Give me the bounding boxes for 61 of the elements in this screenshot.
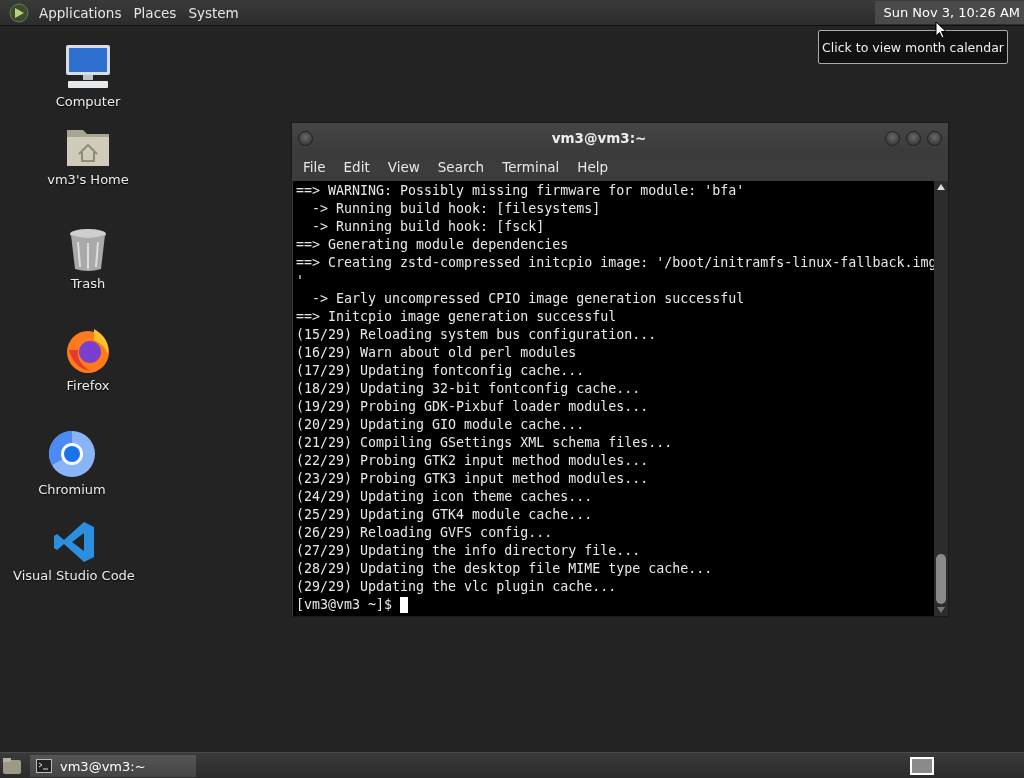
panel-menu[interactable]: Applications bbox=[33, 4, 128, 21]
terminal-line: (21/29) Compiling GSettings XML schema files... bbox=[296, 434, 674, 452]
desktop-icon-label[interactable]: vm3's Home bbox=[47, 172, 129, 187]
maximize-button[interactable] bbox=[906, 130, 921, 146]
workspace-switcher[interactable] bbox=[910, 757, 934, 775]
code-editor-icon[interactable] bbox=[52, 520, 96, 564]
terminal-line: (18/29) Updating 32-bit fontconfig cache... bbox=[296, 380, 642, 398]
desktop-icon-label[interactable]: Firefox bbox=[66, 378, 110, 393]
terminal-line: ==> Generating module dependencies bbox=[296, 236, 570, 254]
computer-icon[interactable] bbox=[63, 44, 113, 90]
menu-item[interactable]: Terminal bbox=[493, 159, 569, 175]
terminal-line: (20/29) Updating GIO module cache... bbox=[296, 416, 586, 434]
terminal-line: (23/29) Probing GTK3 input method modules... bbox=[296, 470, 650, 488]
window-menu-button[interactable] bbox=[298, 130, 313, 146]
text-cursor bbox=[400, 597, 409, 613]
terminal-line: (19/29) Probing GDK-Pixbuf loader modules... bbox=[296, 398, 650, 416]
shell-prompt: [vm3@vm3 ~]$ bbox=[296, 596, 393, 614]
close-button[interactable] bbox=[927, 130, 942, 146]
terminal-line: (26/29) Reloading GVFS config... bbox=[296, 524, 554, 542]
window-title: vm3@vm3:~ bbox=[550, 130, 648, 146]
terminal-line: ==> WARNING: Possibly missing firmware for module: 'bfa' bbox=[296, 182, 746, 200]
clock[interactable]: Sun Nov 3, 10:26 AM bbox=[875, 1, 1024, 24]
mouse-pointer-icon bbox=[935, 21, 947, 39]
terminal-icon bbox=[36, 759, 52, 773]
terminal-line: -> Running build hook: [filesystems] bbox=[311, 200, 602, 218]
scrollbar[interactable] bbox=[934, 181, 948, 616]
taskbar-button[interactable]: vm3@vm3:~ bbox=[30, 755, 196, 777]
chromium-icon[interactable] bbox=[48, 430, 96, 478]
terminal-line: (27/29) Updating the info directory file... bbox=[296, 542, 642, 560]
menu-item[interactable]: View bbox=[378, 159, 429, 175]
menu-logo-icon[interactable] bbox=[9, 2, 29, 23]
scrollbar-thumb[interactable] bbox=[936, 554, 946, 604]
minimize-button[interactable] bbox=[885, 130, 900, 146]
menu-item[interactable]: Help bbox=[568, 159, 618, 175]
trash-icon[interactable] bbox=[68, 228, 108, 272]
terminal-line: ==> Initcpio image generation successful bbox=[296, 308, 618, 326]
scroll-up-icon[interactable] bbox=[936, 183, 946, 191]
terminal-line: (24/29) Updating icon theme caches... bbox=[296, 488, 594, 506]
terminal-line: -> Early uncompressed CPIO image generation successful bbox=[311, 290, 746, 308]
terminal-line: (15/29) Reloading system bus configuration... bbox=[296, 326, 658, 344]
terminal-line: (17/29) Updating fontconfig cache... bbox=[296, 362, 586, 380]
panel-menu[interactable]: Places bbox=[127, 4, 183, 21]
terminal-line: (25/29) Updating GTK4 module cache... bbox=[296, 506, 594, 524]
terminal-line: (28/29) Updating the desktop file MIME type cache... bbox=[296, 560, 714, 578]
terminal-line: -> Running build hook: [fsck] bbox=[311, 218, 546, 236]
desktop-icon-label[interactable]: Chromium bbox=[38, 482, 106, 497]
desktop-icon-label[interactable]: Trash bbox=[70, 276, 106, 291]
tooltip: Click to view month calendar bbox=[818, 30, 1008, 64]
menu-item[interactable]: Search bbox=[428, 159, 494, 175]
firefox-icon[interactable] bbox=[64, 326, 112, 374]
desktop-icon-label[interactable]: Visual Studio Code bbox=[13, 568, 135, 583]
menu-item[interactable]: Edit bbox=[334, 159, 379, 175]
panel-menu[interactable]: System bbox=[182, 4, 245, 21]
scroll-down-icon[interactable] bbox=[936, 606, 946, 614]
menu-item[interactable]: File bbox=[294, 159, 335, 175]
show-desktop-icon[interactable] bbox=[2, 757, 22, 775]
terminal-line: ' bbox=[296, 272, 305, 290]
terminal-line: (22/29) Probing GTK2 input method modules... bbox=[296, 452, 650, 470]
terminal-line: (29/29) Updating the vlc plugin cache... bbox=[296, 578, 618, 596]
desktop-icon-label[interactable]: Computer bbox=[55, 94, 121, 109]
terminal-line: (16/29) Warn about old perl modules bbox=[296, 344, 578, 362]
